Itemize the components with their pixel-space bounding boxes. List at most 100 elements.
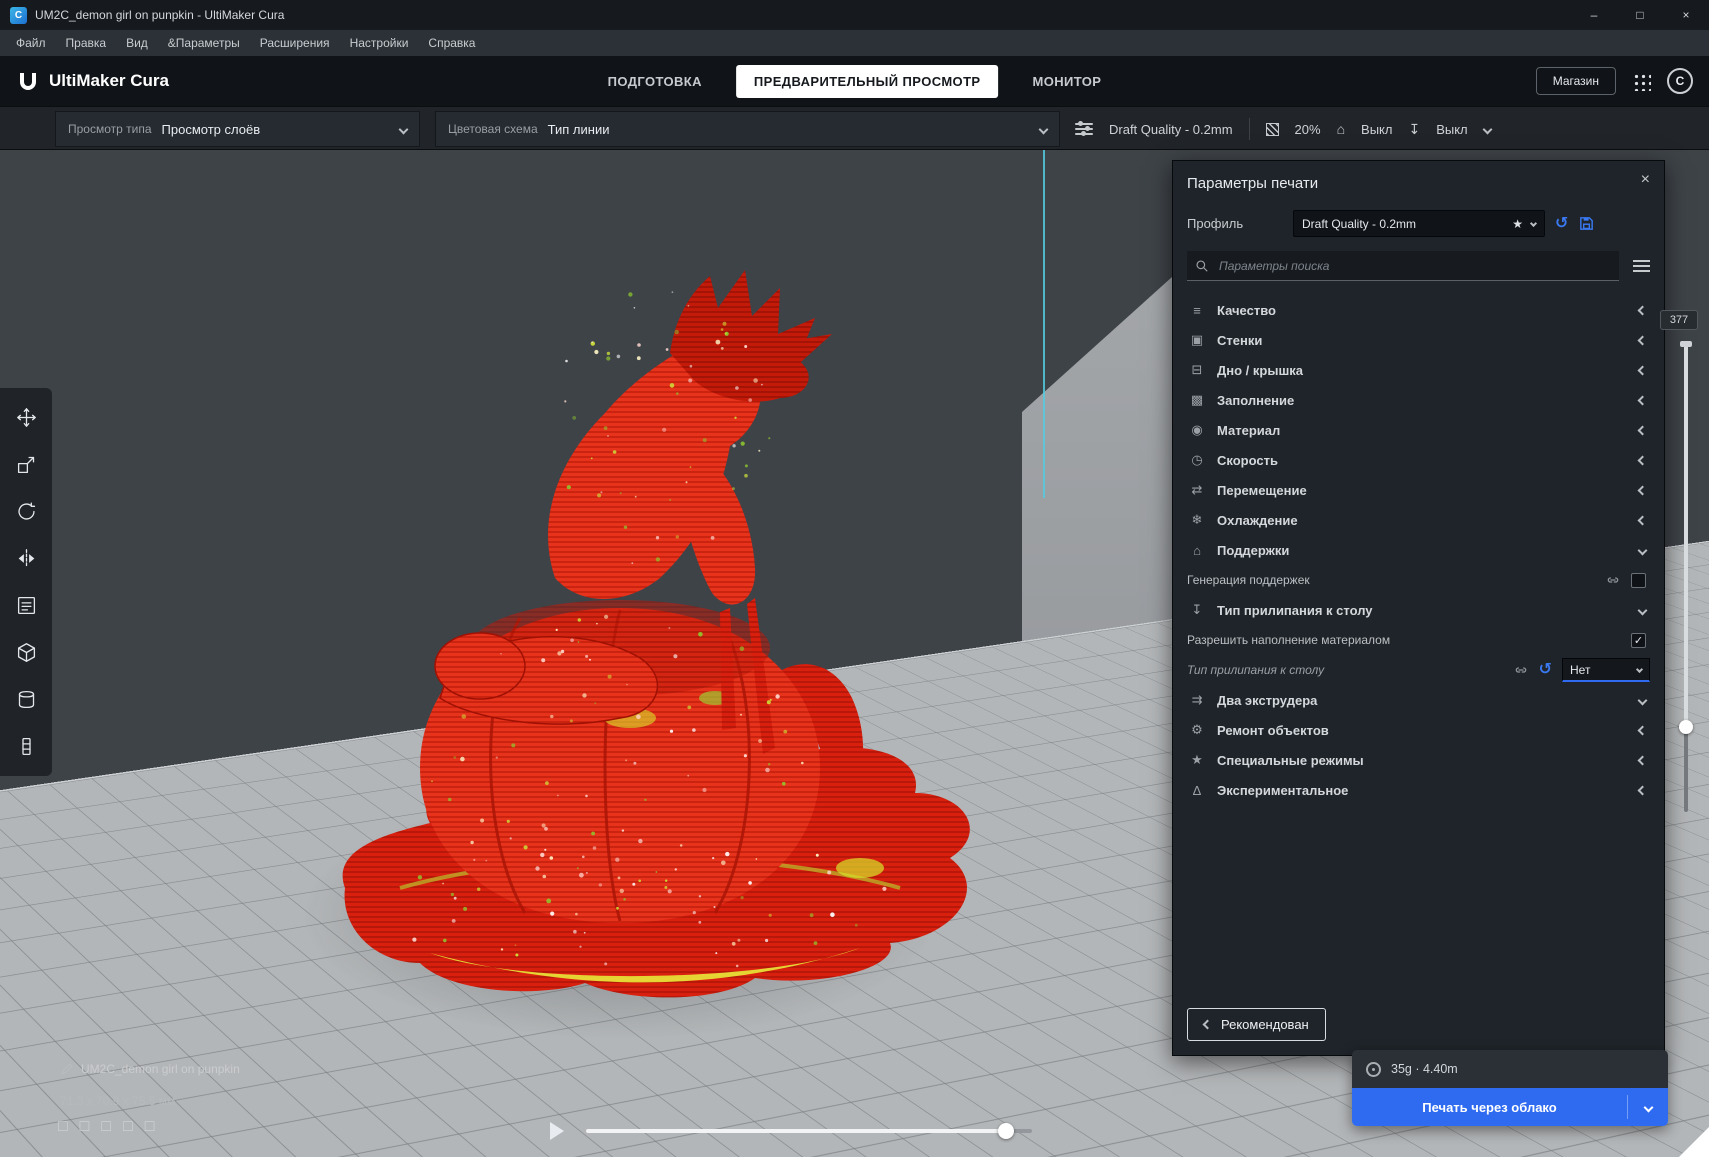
object-cube-icon[interactable]: □ [80, 1118, 90, 1136]
playback-handle[interactable] [998, 1123, 1014, 1139]
category-mesh-fixes[interactable]: ⚙ Ремонт объектов [1187, 715, 1650, 745]
maximize-button[interactable]: □ [1617, 0, 1663, 30]
support-blocker-tool[interactable] [0, 629, 52, 676]
sliders-icon [1075, 123, 1093, 135]
menu-view[interactable]: Вид [116, 32, 158, 54]
menu-extensions[interactable]: Расширения [250, 32, 340, 54]
settings-search[interactable] [1187, 251, 1619, 281]
adhesion-value: Выкл [1436, 122, 1467, 137]
close-button[interactable]: × [1663, 0, 1709, 30]
object-list[interactable]: □ □ □ □ □ [58, 1118, 154, 1136]
scale-icon [16, 454, 37, 475]
adhesion-type-dropdown[interactable]: Нет [1562, 658, 1650, 682]
recommended-mode-button[interactable]: Рекомендован [1187, 1008, 1326, 1041]
generate-support-checkbox[interactable] [1631, 573, 1646, 588]
divider [1249, 118, 1250, 140]
panel-close-icon[interactable]: × [1641, 171, 1650, 189]
move-tool[interactable] [0, 394, 52, 441]
search-row [1187, 251, 1650, 281]
chevron-left-icon [1638, 485, 1648, 495]
prime-blob-checkbox[interactable]: ✓ [1631, 633, 1646, 648]
object-cube-icon[interactable]: □ [101, 1118, 111, 1136]
category-adhesion[interactable]: ↧ Тип прилипания к столу [1187, 595, 1650, 625]
layer-slider[interactable] [1684, 344, 1688, 812]
applications-grid-icon[interactable] [1632, 72, 1651, 91]
chevron-left-icon [1638, 755, 1648, 765]
category-support[interactable]: ⌂ Поддержки [1187, 535, 1650, 565]
category-dual-extrusion[interactable]: ⇉ Два экструдера [1187, 685, 1650, 715]
rotate-tool[interactable] [0, 488, 52, 535]
search-input[interactable] [1217, 258, 1611, 274]
top-bottom-icon: ⊟ [1187, 362, 1207, 378]
layer-playback [550, 1122, 1032, 1140]
tab-prepare[interactable]: ПОДГОТОВКА [604, 66, 706, 97]
material-spool-icon [1366, 1062, 1381, 1077]
menu-preferences[interactable]: Настройки [340, 32, 419, 54]
category-infill[interactable]: ▩ Заполнение [1187, 385, 1650, 415]
layer-slider-handle[interactable] [1679, 720, 1693, 734]
chevron-left-icon [1638, 335, 1648, 345]
object-cube-icon[interactable]: □ [145, 1118, 155, 1136]
settings-menu-icon[interactable] [1633, 260, 1650, 272]
scale-tool[interactable] [0, 441, 52, 488]
experimental-icon: Δ [1187, 783, 1207, 798]
chevron-left-icon [1638, 365, 1648, 375]
profile-dropdown[interactable]: Draft Quality - 0.2mm ★ [1293, 210, 1545, 237]
menu-help[interactable]: Справка [418, 32, 485, 54]
category-material[interactable]: ◉ Материал [1187, 415, 1650, 445]
marketplace-button[interactable]: Магазин [1536, 67, 1616, 95]
model-preview[interactable] [300, 248, 980, 1028]
setting-adhesion-type[interactable]: Тип прилипания к столу ↺ Нет [1187, 655, 1650, 685]
menu-settings[interactable]: &Параметры [158, 32, 250, 54]
travel-icon: ⇄ [1187, 482, 1207, 498]
minimize-button[interactable]: – [1571, 0, 1617, 30]
tab-monitor[interactable]: МОНИТОР [1029, 66, 1106, 97]
print-settings-summary[interactable]: Draft Quality - 0.2mm 20% ⌂ Выкл ↧ Выкл [1075, 107, 1491, 151]
category-quality[interactable]: ≡ Качество [1187, 295, 1650, 325]
object-cube-icon[interactable]: □ [58, 1118, 68, 1136]
category-special-modes[interactable]: ★ Специальные режимы [1187, 745, 1650, 775]
save-profile-icon[interactable] [1578, 215, 1595, 232]
mirror-tool[interactable] [0, 535, 52, 582]
tab-preview[interactable]: ПРЕДВАРИТЕЛЬНЫЙ ПРОСМОТР [736, 65, 999, 98]
account-avatar[interactable]: C [1667, 68, 1693, 94]
view-type-dropdown[interactable]: Просмотр типа Просмотр слоёв [55, 111, 420, 147]
menu-file[interactable]: Файл [6, 32, 56, 54]
mesh-fixes-icon: ⚙ [1187, 722, 1207, 738]
link-icon [1513, 662, 1529, 678]
object-cube-icon[interactable]: □ [123, 1118, 133, 1136]
custom-support-cylinder-tool[interactable] [0, 676, 52, 723]
per-model-settings-tool[interactable] [0, 582, 52, 629]
print-over-cloud-button[interactable]: Печать через облако [1352, 1088, 1668, 1126]
setting-prime-blob[interactable]: Разрешить наполнение материалом ✓ [1187, 625, 1650, 655]
category-top-bottom[interactable]: ⊟ Дно / крышка [1187, 355, 1650, 385]
chevron-left-icon [1638, 305, 1648, 315]
quality-icon: ≡ [1187, 303, 1207, 318]
support-icon: ⌂ [1187, 543, 1207, 558]
search-icon [1195, 259, 1209, 273]
play-icon[interactable] [550, 1122, 564, 1140]
color-scheme-dropdown[interactable]: Цветовая схема Тип линии [435, 111, 1060, 147]
reset-profile-icon[interactable]: ↺ [1555, 216, 1568, 232]
app-icon: C [10, 7, 27, 24]
layer-slider-top-handle[interactable] [1680, 341, 1692, 347]
category-walls[interactable]: ▣ Стенки [1187, 325, 1650, 355]
print-options-chevron[interactable] [1628, 1104, 1668, 1111]
object-name-row[interactable]: UM2C_demon girl on punpkin [60, 1062, 240, 1076]
category-cooling[interactable]: ❄ Охлаждение [1187, 505, 1650, 535]
active-profile: Draft Quality - 0.2mm [1109, 122, 1233, 137]
custom-support-column-tool[interactable] [0, 723, 52, 770]
edit-icon [60, 1063, 73, 1076]
category-experimental[interactable]: Δ Экспериментальное [1187, 775, 1650, 805]
panel-footer: Рекомендован [1187, 1008, 1326, 1041]
link-icon [1605, 572, 1621, 588]
category-travel[interactable]: ⇄ Перемещение [1187, 475, 1650, 505]
dual-extruder-icon: ⇉ [1187, 692, 1207, 708]
chevron-down-icon [1638, 695, 1648, 705]
menu-edit[interactable]: Правка [56, 32, 117, 54]
ultimaker-logo-icon [16, 69, 40, 93]
setting-generate-support[interactable]: Генерация поддержек [1187, 565, 1650, 595]
playback-slider[interactable] [586, 1129, 1032, 1133]
category-speed[interactable]: ◷ Скорость [1187, 445, 1650, 475]
reset-setting-icon[interactable]: ↺ [1539, 662, 1552, 678]
